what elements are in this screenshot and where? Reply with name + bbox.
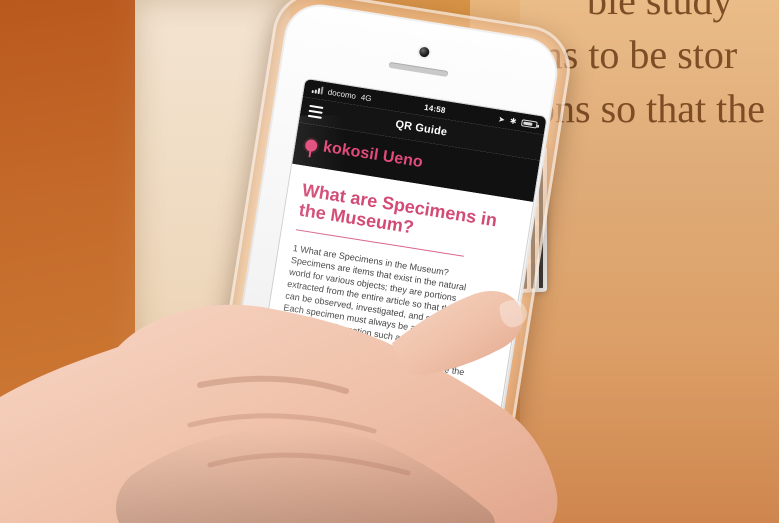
signal-bar — [320, 86, 324, 95]
app-title: QR Guide — [394, 118, 449, 139]
select-language-label: Select L — [265, 446, 299, 462]
wall-text-line-1: ble study — [587, 0, 733, 23]
menu-line — [309, 104, 324, 109]
select-language-button[interactable]: Select L — [255, 439, 374, 478]
location-icon: ➤ — [497, 114, 506, 124]
signal-icon — [311, 85, 324, 95]
bluetooth-icon: ✱ — [509, 115, 518, 126]
earpiece-speaker — [388, 61, 449, 78]
photo: ble study ens to be stor ons so that the — [0, 0, 779, 523]
status-right: ➤ ✱ — [498, 114, 538, 129]
battery-icon — [520, 118, 538, 129]
brand-name: kokosil Ueno — [321, 138, 425, 172]
menu-icon[interactable] — [307, 104, 324, 119]
kokosil-logo-icon — [304, 138, 319, 153]
article-content: What are Specimens in the Museum? 1 What… — [244, 163, 534, 505]
menu-line — [308, 109, 323, 114]
status-time: 14:58 — [423, 102, 447, 115]
battery-fill — [523, 120, 533, 126]
article-body: 1 What are Specimens in the Museum? Spec… — [265, 243, 467, 432]
front-camera-icon — [418, 46, 431, 58]
menu-line — [307, 114, 322, 119]
background-left-wall — [0, 0, 145, 523]
network-label: 4G — [360, 92, 373, 103]
wall-text-line-3: ons so that the — [535, 86, 765, 131]
carrier-label: docomo — [327, 87, 357, 101]
